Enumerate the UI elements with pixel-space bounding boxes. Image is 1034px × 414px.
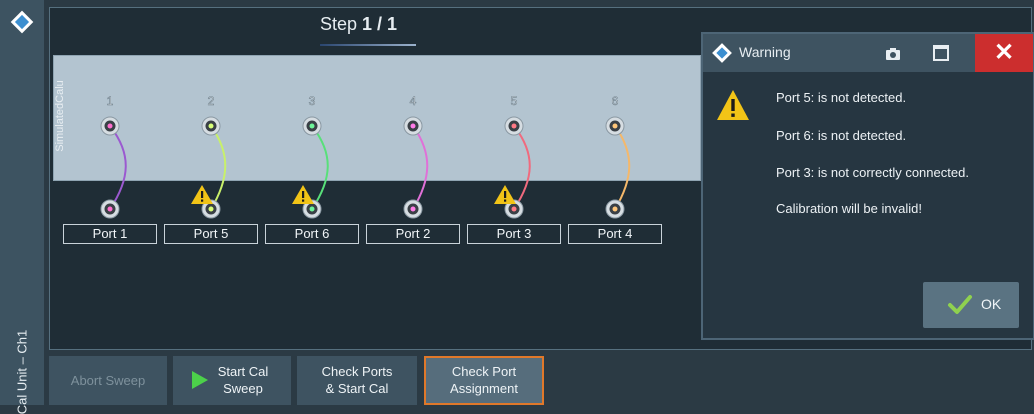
vna-port-label: Port 5	[164, 224, 258, 244]
warning-icon	[717, 90, 749, 120]
close-button[interactable]: ✕	[975, 34, 1033, 72]
start-cal-label-line1: Start Cal	[217, 364, 269, 379]
port-warning-icon	[292, 185, 314, 204]
vna-port-connector-icon	[403, 199, 423, 219]
vna-port-label: Port 3	[467, 224, 561, 244]
rohde-schwarz-logo-icon	[10, 10, 34, 34]
warning-message: Port 3: is not correctly connected.	[776, 165, 969, 180]
cal-unit-connector-icon	[302, 116, 322, 136]
cal-unit-connector-icon	[100, 116, 120, 136]
cal-port-number: 4	[410, 94, 417, 108]
calibration-panel: Step 1 / 1 SimulatedCalu 123456 Port 1 Po…	[49, 7, 1034, 350]
check-ports-start-cal-button[interactable]: Check Ports & Start Cal	[297, 356, 417, 405]
cable-line	[109, 125, 127, 210]
ok-button[interactable]: OK	[923, 282, 1019, 328]
vna-port-label: Port 2	[366, 224, 460, 244]
dialog-titlebar: Warning ✕	[703, 34, 1033, 72]
close-icon: ✕	[993, 39, 1015, 66]
check-assignment-label-line2: Assignment	[450, 381, 518, 396]
check-ports-label-line1: Check Ports	[321, 364, 393, 379]
maximize-icon[interactable]	[931, 43, 951, 63]
sidebar-title: Cal Unit – Ch1	[14, 329, 30, 414]
cable-line	[412, 125, 429, 210]
cal-port-number: 5	[511, 94, 518, 108]
cal-port-number: 6	[612, 94, 619, 108]
cal-unit-connector-icon	[605, 116, 625, 136]
main-area: Step 1 / 1 SimulatedCalu 123456 Port 1 Po…	[44, 0, 1034, 405]
abort-sweep-button[interactable]: Abort Sweep	[49, 356, 167, 405]
rohde-schwarz-logo-icon	[712, 43, 732, 63]
cal-port-number: 3	[309, 94, 316, 108]
check-port-assignment-button[interactable]: Check Port Assignment	[424, 356, 544, 405]
warning-message: Calibration will be invalid!	[776, 201, 922, 216]
vna-port-connector-icon	[605, 199, 625, 219]
dialog-title: Warning	[739, 44, 791, 60]
port-warning-icon	[191, 185, 213, 204]
cable-line	[210, 125, 227, 210]
check-ports-label-line2: & Start Cal	[325, 381, 389, 396]
left-sidebar: Cal Unit – Ch1	[0, 0, 44, 414]
bottom-toolbar: Abort Sweep Start Cal Sweep Check Ports …	[49, 356, 1032, 405]
vna-port-connector-icon	[100, 199, 120, 219]
start-cal-sweep-button[interactable]: Start Cal Sweep	[173, 356, 291, 405]
camera-icon[interactable]	[883, 44, 903, 64]
cal-unit-connector-icon	[201, 116, 221, 136]
port-warning-icon	[494, 185, 516, 204]
vna-port-label: Port 1	[63, 224, 157, 244]
cable-line	[513, 125, 531, 210]
ok-label: OK	[981, 296, 1002, 312]
cal-port-number: 2	[208, 94, 215, 108]
warning-message: Port 5: is not detected.	[776, 90, 907, 105]
cal-unit-connector-icon	[504, 116, 524, 136]
cable-line	[614, 125, 631, 210]
vna-port-label: Port 4	[568, 224, 662, 244]
checkmark-icon	[948, 295, 972, 314]
vna-port-label: Port 6	[265, 224, 359, 244]
abort-sweep-label: Abort Sweep	[70, 373, 146, 388]
start-cal-label-line2: Sweep	[223, 381, 263, 396]
warning-message: Port 6: is not detected.	[776, 128, 907, 143]
cal-port-number: 1	[107, 94, 114, 108]
check-assignment-label-line1: Check Port	[451, 364, 517, 379]
cable-line	[311, 125, 329, 210]
cal-unit-connector-icon	[403, 116, 423, 136]
warning-dialog: Warning ✕ Port 5: is not detected. Port …	[701, 32, 1034, 340]
